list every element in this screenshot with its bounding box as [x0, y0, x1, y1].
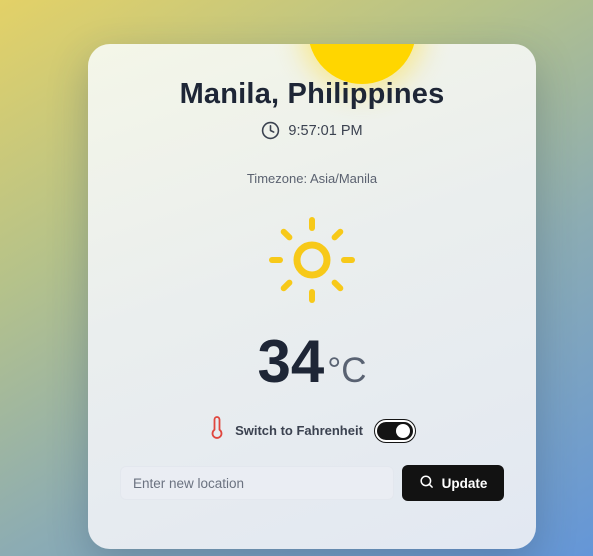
timezone-label: Timezone: Asia/Manila	[246, 171, 378, 186]
local-time: 9:57:01 PM	[288, 122, 363, 139]
update-button[interactable]: Update	[402, 465, 504, 501]
time-row: 9:57:01 PM	[88, 121, 536, 140]
sun-icon	[266, 214, 358, 306]
weather-card: Manila, Philippines 9:57:01 PM Timezone:…	[88, 44, 536, 549]
temperature-unit: °C	[327, 351, 367, 390]
temperature-value: 34	[257, 328, 325, 395]
temperature-display: 34 °C	[88, 332, 536, 392]
thermometer-icon	[209, 416, 225, 445]
location-input[interactable]	[120, 466, 394, 500]
toggle-label: Switch to Fahrenheit	[235, 423, 363, 438]
fahrenheit-toggle[interactable]	[373, 418, 416, 443]
unit-toggle-row: Switch to Fahrenheit	[88, 416, 536, 445]
toggle-knob	[395, 423, 410, 438]
city-title: Manila, Philippines	[179, 78, 445, 110]
update-label: Update	[441, 475, 488, 491]
search-icon	[419, 474, 434, 492]
clock-icon	[261, 121, 280, 140]
location-form: Update	[120, 465, 504, 501]
